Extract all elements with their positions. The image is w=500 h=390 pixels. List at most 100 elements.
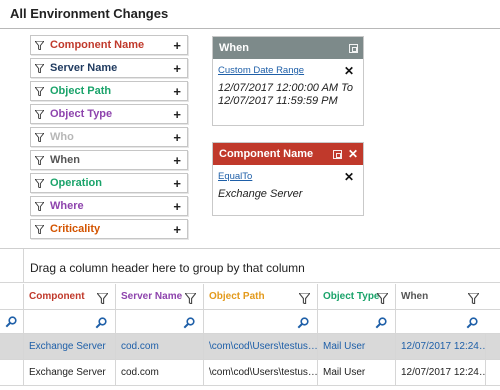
remove-filter-icon[interactable]: ✕ [344,64,354,78]
column-filter-icon[interactable] [299,293,310,304]
column-filter-cell[interactable] [24,310,116,333]
funnel-icon [35,109,44,119]
add-filter-icon[interactable]: + [173,200,181,213]
column-header-server-name[interactable]: Server Name [116,284,204,309]
search-icon[interactable] [375,317,387,329]
filter-label: Object Path [50,85,112,97]
data-grid: Component Server Name Object Path Object… [0,284,500,386]
filter-gutter [0,310,24,333]
card-title: When [219,42,249,54]
table-row[interactable]: Exchange Server cod.com \com\cod\Users\t… [0,360,500,386]
funnel-icon [35,155,44,165]
column-filter-icon[interactable] [377,293,388,304]
when-value-end: 12/07/2017 11:59:59 PM [218,95,338,107]
component-value: Exchange Server [218,188,303,200]
filter-label: Who [50,131,74,143]
filter-item-who[interactable]: Who + [30,127,188,147]
column-label: Component [29,291,85,302]
cell-component: Exchange Server [24,360,116,385]
funnel-icon [35,132,44,142]
row-gutter [0,249,24,283]
search-icon[interactable] [183,317,195,329]
column-filter-cell[interactable] [318,310,396,333]
filter-label: Server Name [50,62,118,74]
add-filter-icon[interactable]: + [173,85,181,98]
column-header-object-type[interactable]: Object Type [318,284,396,309]
component-name-filter-card: Component Name ✕ EqualTo ✕ Exchange Serv… [212,142,364,216]
equal-to-link[interactable]: EqualTo [218,171,358,182]
add-filter-icon[interactable]: + [173,223,181,236]
filter-label: Component Name [50,39,145,51]
filter-item-server-name[interactable]: Server Name + [30,58,188,78]
cell-object-type: Mail User [318,360,396,385]
cell-server-name: cod.com [116,334,204,359]
card-title: Component Name [219,148,314,160]
filter-item-component-name[interactable]: Component Name + [30,35,188,55]
add-filter-icon[interactable]: + [173,62,181,75]
remove-filter-icon[interactable]: ✕ [344,170,354,184]
when-card-header: When [213,37,363,59]
page-title: All Environment Changes [10,6,169,21]
cell-component: Exchange Server [24,334,116,359]
filter-item-object-path[interactable]: Object Path + [30,81,188,101]
funnel-icon [35,63,44,73]
column-header-when[interactable]: When [396,284,486,309]
funnel-icon [35,178,44,188]
row-gutter [0,360,24,385]
column-header-component[interactable]: Component [24,284,116,309]
column-label: Server Name [121,291,183,302]
group-by-panel[interactable]: Drag a column header here to group by th… [0,249,500,283]
filter-label: Object Type [50,108,113,120]
filter-label: Operation [50,177,102,189]
title-divider [0,28,500,29]
cell-object-path: \com\cod\Users\testus… [204,334,318,359]
cell-object-type: Mail User [318,334,396,359]
search-icon[interactable] [95,317,107,329]
column-filter-cell[interactable] [204,310,318,333]
filter-item-where[interactable]: Where + [30,196,188,216]
custom-date-range-link[interactable]: Custom Date Range [218,65,358,76]
when-value-start: 12/07/2017 12:00:00 AM To [218,82,353,94]
funnel-icon [35,201,44,211]
cell-when: 12/07/2017 12:24… [396,334,486,359]
add-filter-icon[interactable]: + [173,154,181,167]
add-filter-icon[interactable]: + [173,131,181,144]
search-icon[interactable] [466,317,478,329]
search-icon[interactable] [297,317,309,329]
close-icon[interactable]: ✕ [348,148,358,160]
filter-item-object-type[interactable]: Object Type + [30,104,188,124]
restore-icon[interactable] [332,149,342,159]
funnel-icon [35,224,44,234]
funnel-icon [35,86,44,96]
column-filter-cell[interactable] [116,310,204,333]
cell-server-name: cod.com [116,360,204,385]
filter-label: Where [50,200,84,212]
table-row[interactable]: Exchange Server cod.com \com\cod\Users\t… [0,334,500,360]
grid-filter-row [0,310,500,334]
column-label: Object Type [323,291,380,302]
search-icon[interactable] [5,315,17,328]
column-filter-icon[interactable] [185,293,196,304]
funnel-icon [35,40,44,50]
header-gutter [0,284,24,309]
filter-item-operation[interactable]: Operation + [30,173,188,193]
column-filter-icon[interactable] [468,293,479,304]
column-label: When [401,291,429,302]
restore-icon[interactable] [349,43,358,53]
cell-object-path: \com\cod\Users\testus… [204,360,318,385]
cell-when: 12/07/2017 12:24… [396,360,486,385]
component-card-header: Component Name ✕ [213,143,363,165]
column-header-object-path[interactable]: Object Path [204,284,318,309]
filter-label: When [50,154,80,166]
when-filter-card: When Custom Date Range ✕ 12/07/2017 12:0… [212,36,364,126]
filter-item-when[interactable]: When + [30,150,188,170]
add-filter-icon[interactable]: + [173,39,181,52]
column-filter-icon[interactable] [97,293,108,304]
column-filter-cell[interactable] [396,310,486,333]
add-filter-icon[interactable]: + [173,108,181,121]
filter-label: Criticality [50,223,101,235]
filter-list: Component Name + Server Name + Object Pa… [30,35,188,242]
filter-item-criticality[interactable]: Criticality + [30,219,188,239]
column-label: Object Path [209,291,265,302]
add-filter-icon[interactable]: + [173,177,181,190]
